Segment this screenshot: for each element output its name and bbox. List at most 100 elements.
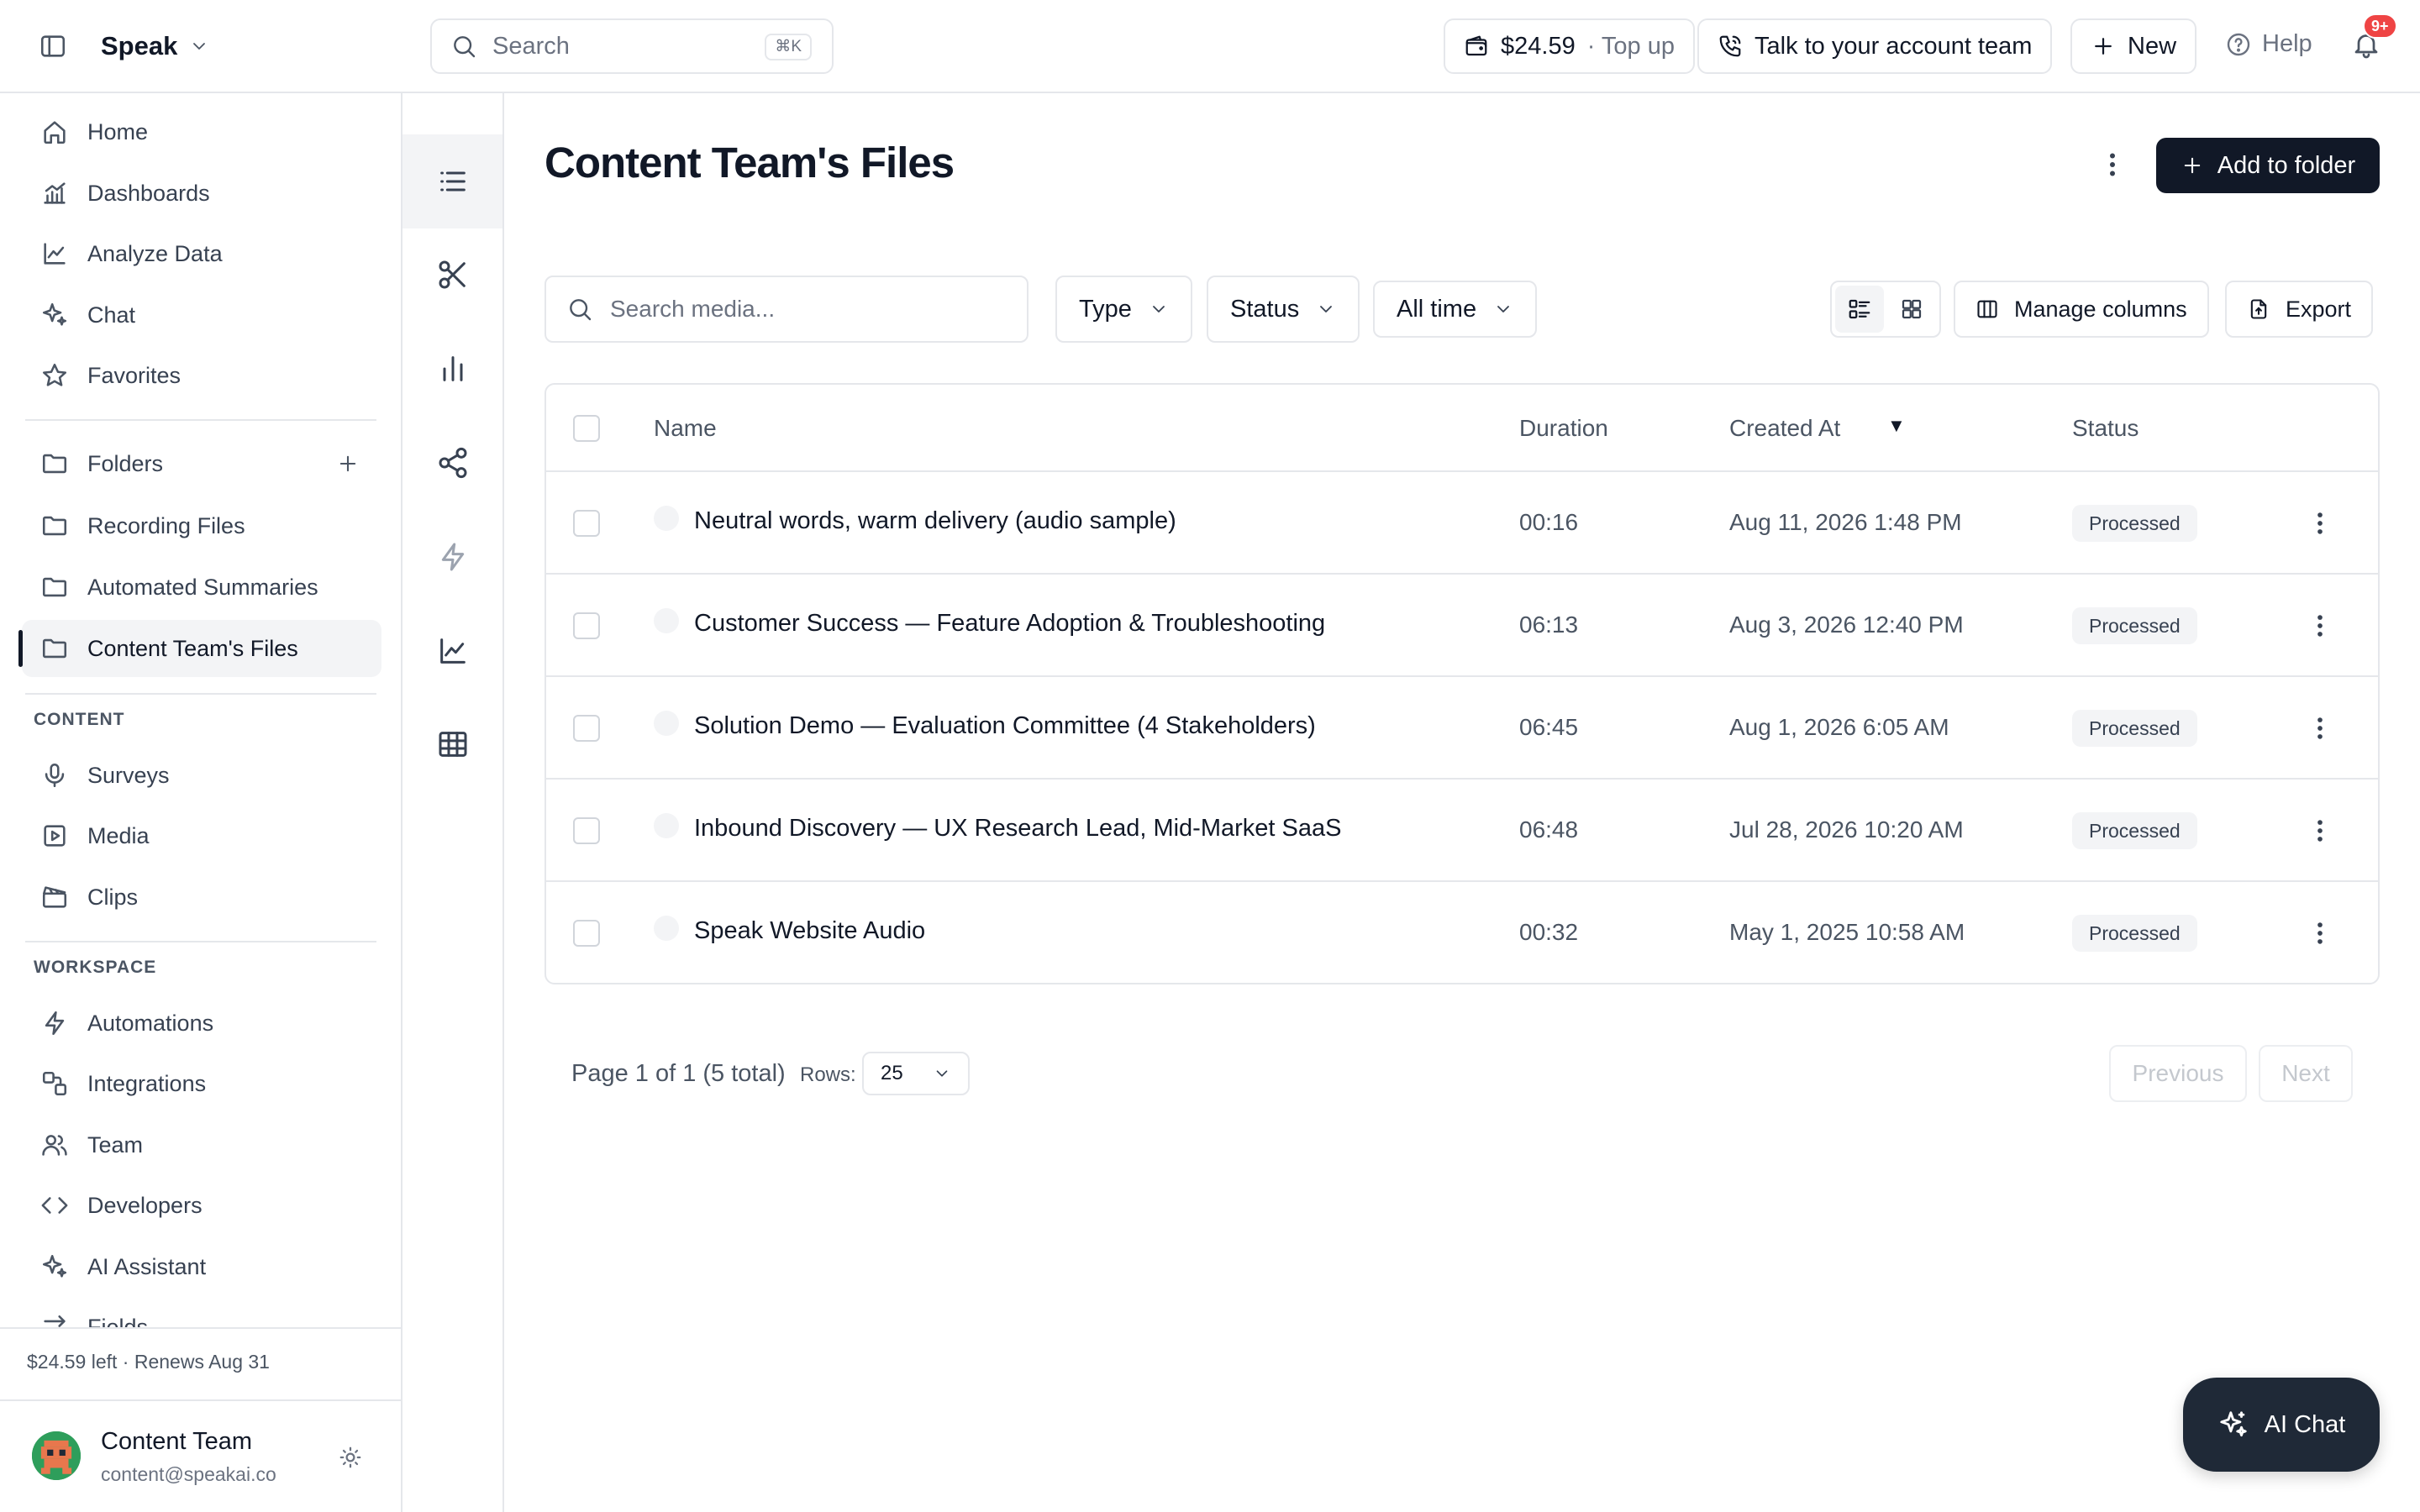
sort-descending-icon[interactable]: ▼ bbox=[1887, 415, 1906, 437]
more-vertical-icon[interactable] bbox=[2306, 507, 2334, 540]
previous-page-button[interactable]: Previous bbox=[2109, 1045, 2247, 1102]
sidebar-item-integrations[interactable]: Integrations bbox=[22, 1055, 381, 1112]
select-all-checkbox[interactable] bbox=[573, 415, 600, 442]
rail-analytics[interactable] bbox=[402, 322, 502, 416]
status-badge: Processed bbox=[2072, 710, 2197, 747]
row-checkbox[interactable] bbox=[573, 612, 600, 639]
ai-chat-button[interactable]: AI Chat bbox=[2183, 1378, 2380, 1472]
status-filter[interactable]: Status bbox=[1207, 276, 1360, 343]
row-checkbox[interactable] bbox=[573, 510, 600, 537]
sidebar-item-chat[interactable]: Chat bbox=[22, 286, 381, 344]
sidebar-toggle-icon[interactable] bbox=[39, 32, 67, 60]
sidebar-item-label: Media bbox=[87, 822, 150, 848]
sidebar-item-media[interactable]: Media bbox=[22, 807, 381, 864]
export-button[interactable]: Export bbox=[2225, 281, 2374, 338]
more-vertical-icon[interactable] bbox=[2306, 609, 2334, 643]
folder-icon bbox=[40, 573, 69, 601]
manage-columns-button[interactable]: Manage columns bbox=[1954, 281, 2209, 338]
sun-icon[interactable] bbox=[338, 1445, 363, 1470]
sidebar-item-folders[interactable]: Folders bbox=[22, 435, 381, 492]
sidebar-item-label: Analyze Data bbox=[87, 240, 223, 266]
avatar[interactable] bbox=[32, 1431, 81, 1480]
add-folder-icon[interactable] bbox=[336, 452, 360, 475]
file-created-at: Jul 28, 2026 10:20 AM bbox=[1729, 816, 1964, 843]
sidebar-item-team[interactable]: Team bbox=[22, 1116, 381, 1173]
rail-automations[interactable] bbox=[402, 510, 502, 604]
global-search[interactable]: Search ⌘K bbox=[430, 18, 834, 74]
add-to-folder-button[interactable]: Add to folder bbox=[2156, 138, 2380, 193]
rail-list-view[interactable] bbox=[402, 134, 502, 228]
sidebar-item-surveys[interactable]: Surveys bbox=[22, 747, 381, 804]
column-header-duration[interactable]: Duration bbox=[1519, 415, 1608, 442]
sidebar-item-ai-assistant[interactable]: AI Assistant bbox=[22, 1238, 381, 1295]
media-thumbnail bbox=[654, 813, 679, 838]
sidebar-item-dashboards[interactable]: Dashboards bbox=[22, 165, 381, 222]
sidebar-divider bbox=[25, 941, 376, 942]
column-header-status[interactable]: Status bbox=[2072, 415, 2139, 442]
table-row[interactable]: Inbound Discovery — UX Research Lead, Mi… bbox=[546, 780, 2378, 882]
notification-badge: 9+ bbox=[2363, 13, 2397, 39]
talk-to-account-team-button[interactable]: Talk to your account team bbox=[1697, 18, 2053, 74]
table-row[interactable]: Speak Website Audio 00:32 May 1, 2025 10… bbox=[546, 882, 2378, 983]
list-view-button[interactable] bbox=[1835, 286, 1884, 333]
balance-amount: $24.59 bbox=[1501, 32, 1576, 60]
help-button[interactable]: Help bbox=[2225, 30, 2312, 58]
column-header-created-at[interactable]: Created At bbox=[1729, 415, 1840, 442]
sidebar-item-label: Clips bbox=[87, 884, 139, 910]
balance-button[interactable]: $24.59 · Top up bbox=[1444, 18, 1695, 74]
workspace-switcher[interactable]: Speak bbox=[101, 25, 209, 67]
plus-icon bbox=[2181, 154, 2204, 177]
more-vertical-icon[interactable] bbox=[2306, 814, 2334, 848]
sidebar-item-home[interactable]: Home bbox=[22, 103, 381, 160]
column-header-name[interactable]: Name bbox=[654, 415, 717, 442]
file-name[interactable]: Speak Website Audio bbox=[694, 917, 925, 945]
sidebar-item-automations[interactable]: Automations bbox=[22, 995, 381, 1052]
search-icon bbox=[450, 33, 477, 60]
sparkles-icon bbox=[2217, 1409, 2249, 1441]
user-name[interactable]: Content Team bbox=[101, 1428, 252, 1456]
sidebar-item-recording-files[interactable]: Recording Files bbox=[22, 497, 381, 554]
file-name[interactable]: Neutral words, warm delivery (audio samp… bbox=[694, 507, 1176, 535]
rail-trends[interactable] bbox=[402, 604, 502, 698]
row-checkbox[interactable] bbox=[573, 715, 600, 742]
file-name[interactable]: Inbound Discovery — UX Research Lead, Mi… bbox=[694, 815, 1341, 843]
folder-icon bbox=[40, 512, 69, 540]
sidebar-item-content-teams-files[interactable]: Content Team's Files bbox=[22, 620, 381, 677]
sidebar-item-clips[interactable]: Clips bbox=[22, 869, 381, 926]
row-checkbox[interactable] bbox=[573, 920, 600, 947]
more-vertical-icon[interactable] bbox=[2306, 916, 2334, 950]
sidebar-divider bbox=[25, 693, 376, 695]
rail-share[interactable] bbox=[402, 416, 502, 510]
file-name[interactable]: Customer Success — Feature Adoption & Tr… bbox=[694, 610, 1325, 638]
table-row[interactable]: Neutral words, warm delivery (audio samp… bbox=[546, 472, 2378, 575]
chevron-down-icon bbox=[933, 1064, 951, 1083]
chevron-down-icon bbox=[1316, 299, 1336, 319]
wallet-icon bbox=[1464, 34, 1489, 59]
sidebar-item-label: Favorites bbox=[87, 362, 182, 388]
grid-view-button[interactable] bbox=[1887, 286, 1936, 333]
time-filter[interactable]: All time bbox=[1373, 281, 1538, 338]
more-vertical-icon[interactable] bbox=[2306, 711, 2334, 745]
sidebar-item-automated-summaries[interactable]: Automated Summaries bbox=[22, 559, 381, 616]
play-square-icon bbox=[40, 822, 69, 850]
rail-clips[interactable] bbox=[402, 228, 502, 322]
help-circle-icon bbox=[2225, 31, 2252, 58]
rows-per-page-select[interactable]: 25 bbox=[862, 1052, 970, 1095]
columns-icon bbox=[1975, 297, 1999, 321]
file-name[interactable]: Solution Demo — Evaluation Committee (4 … bbox=[694, 712, 1316, 740]
sidebar-item-developers[interactable]: Developers bbox=[22, 1177, 381, 1234]
table-row[interactable]: Solution Demo — Evaluation Committee (4 … bbox=[546, 677, 2378, 780]
sidebar-item-favorites[interactable]: Favorites bbox=[22, 347, 381, 404]
table-row[interactable]: Customer Success — Feature Adoption & Tr… bbox=[546, 575, 2378, 677]
row-checkbox[interactable] bbox=[573, 817, 600, 844]
rail-table[interactable] bbox=[402, 697, 502, 791]
rows-per-page-value: 25 bbox=[881, 1062, 903, 1084]
sidebar-divider bbox=[25, 419, 376, 421]
sidebar-item-analyze-data[interactable]: Analyze Data bbox=[22, 225, 381, 282]
type-filter[interactable]: Type bbox=[1055, 276, 1192, 343]
new-button[interactable]: New bbox=[2070, 18, 2197, 74]
sidebar-item-label: Recording Files bbox=[87, 512, 245, 538]
next-page-button[interactable]: Next bbox=[2259, 1045, 2353, 1102]
search-media-input[interactable]: Search media... bbox=[544, 276, 1028, 343]
more-vertical-icon[interactable] bbox=[2097, 148, 2128, 181]
